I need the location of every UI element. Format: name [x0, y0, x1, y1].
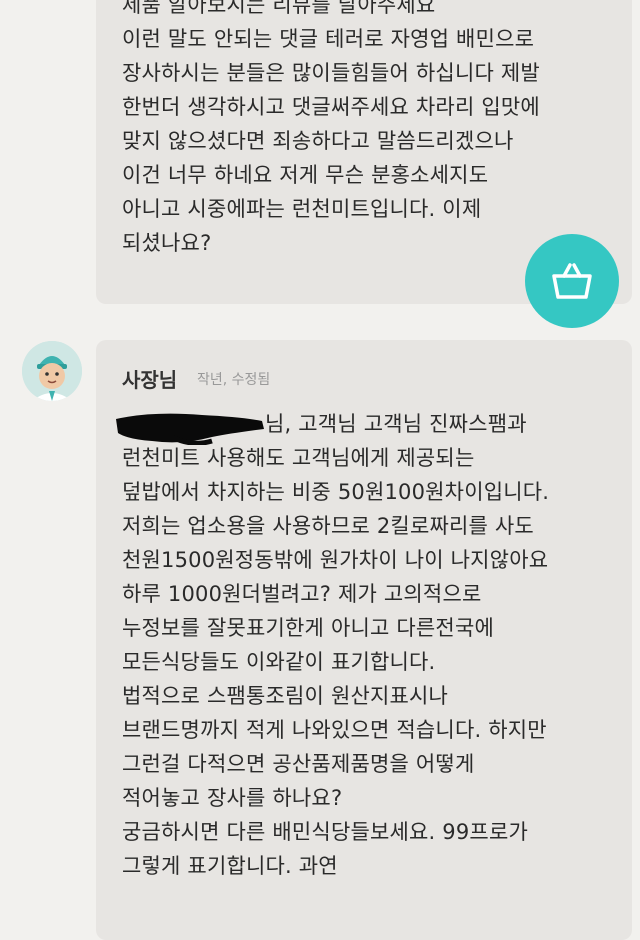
reply-line: 그렇게 표기합니다. 과연: [122, 854, 338, 878]
reply-line: 덮밥에서 차지하는 비중 50원100원차이입니다.: [122, 480, 550, 504]
reply-line: 누정보를 잘못표기한게 아니고 다른전국에: [122, 616, 494, 640]
reply-line: 맞지 않으셨다면 죄송하다고 말씀드리겠으나: [122, 129, 514, 153]
reply-line: 이런 말도 안되는 댓글 테러로 자영업 배민으로: [122, 27, 535, 51]
reply-line: 그런걸 다적으면 공산품제품명을 어떻게: [122, 752, 475, 776]
reply-line: 모든식당들도 이와같이 표기합니다.: [122, 650, 436, 674]
redaction-mark: [116, 413, 264, 445]
reply-line: 천원1500원정동밖에 원가차이 나이 나지않아요: [122, 548, 549, 572]
reply-line: 궁금하시면 다른 배민식당들보세요. 99프로가: [122, 820, 528, 844]
basket-icon: [552, 263, 592, 299]
owner-character-icon: [22, 341, 82, 401]
author-name: 사장님: [122, 368, 178, 392]
reply-line: 한번더 생각하시고 댓글써주세요 차라리 입맛에: [122, 95, 540, 119]
reply-timestamp: 작년, 수정됨: [197, 372, 271, 388]
reply-line: 아니고 시중에파는 런천미트입니다. 이제: [122, 197, 482, 221]
reply-line: 적어놓고 장사를 하나요?: [122, 786, 343, 810]
reply-line: 이건 너무 하네요 저게 무슨 분홍소세지도: [122, 163, 489, 187]
reply-line: 런천미트 사용해도 고객님에게 제공되는: [122, 446, 475, 470]
reply-body: 님, 고객님 고객님 진짜스팸과 런천미트 사용해도 고객님에게 제공되는 덮밥…: [122, 407, 622, 883]
reply-line: 제품 알아보시는 리뷰를 달아주세요: [122, 0, 436, 17]
avatar: [22, 341, 82, 401]
reply-line: 법적으로 스팸통조림이 원산지표시나: [122, 684, 449, 708]
reply-line: 브랜드명까지 적게 나와있으면 적습니다. 하지만: [122, 718, 547, 742]
reply-line: 장사하시는 분들은 많이들힘들어 하십니다 제발: [122, 61, 540, 85]
reply-line: 하루 1000원더벌려고? 제가 고의적으로: [122, 582, 482, 606]
reply-body: 제품 알아보시는 리뷰를 달아주세요 이런 말도 안되는 댓글 테러로 자영업 …: [122, 0, 622, 260]
reply-line: 저희는 업소용을 사용하므로 2킬로짜리를 사도: [122, 514, 534, 538]
reply-line-text: 님, 고객님 고객님 진짜스팸과: [265, 412, 527, 436]
cart-button[interactable]: [525, 234, 619, 328]
